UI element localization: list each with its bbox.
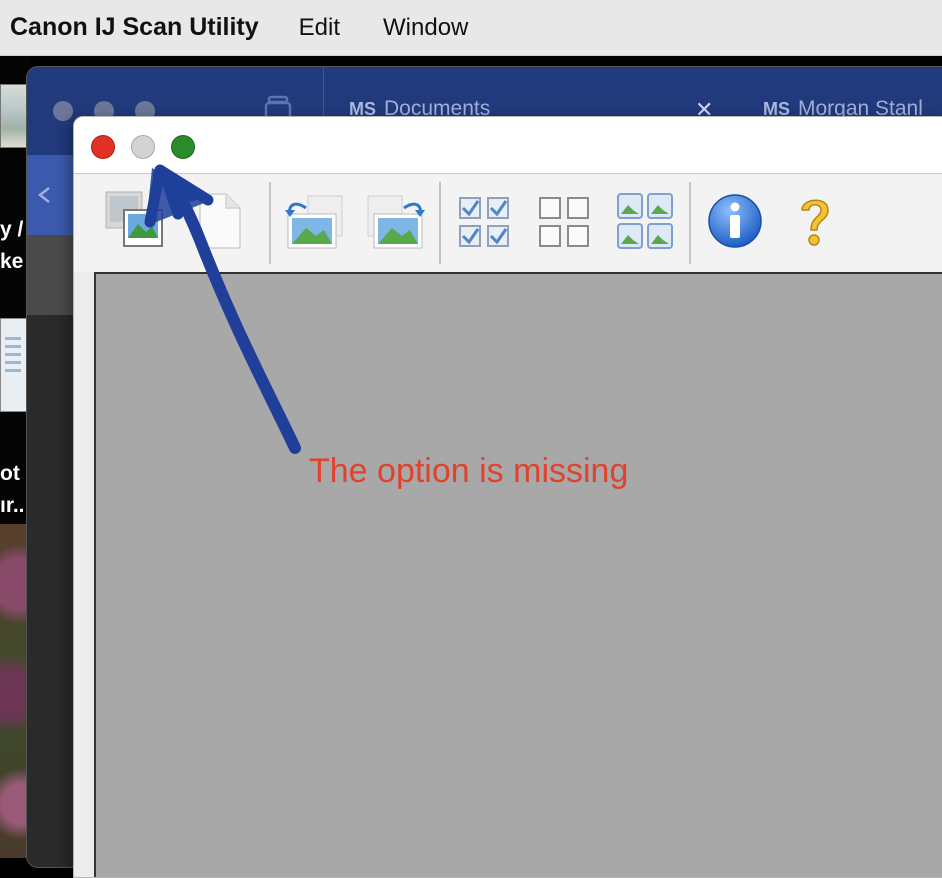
background-text: ke (0, 250, 24, 273)
background-text: ot (0, 462, 20, 485)
background-thumbnail (0, 84, 28, 148)
toolbar (74, 174, 942, 272)
thumbnail-view-icon[interactable] (614, 190, 676, 252)
background-thumbnail (0, 318, 28, 412)
toolbar-separator (439, 182, 441, 264)
blank-page-icon[interactable] (186, 190, 248, 252)
deselect-all-icon[interactable] (534, 190, 596, 252)
background-panel (27, 235, 75, 315)
menu-window[interactable]: Window (383, 14, 468, 42)
background-sidebar (27, 155, 75, 235)
inactive-close-button[interactable] (53, 101, 73, 121)
minimize-button[interactable] (131, 135, 155, 159)
close-button[interactable] (91, 135, 115, 159)
help-icon[interactable] (784, 190, 846, 252)
back-arrow-icon[interactable] (35, 185, 55, 205)
scan-utility-window (73, 116, 942, 878)
background-text: y / (0, 218, 24, 241)
preview-area[interactable] (94, 272, 942, 877)
menu-bar: Canon IJ Scan Utility Edit Window (0, 0, 942, 56)
info-icon[interactable] (704, 190, 766, 252)
zoom-button[interactable] (171, 135, 195, 159)
toolbar-separator (689, 182, 691, 264)
app-menu[interactable]: Canon IJ Scan Utility (10, 13, 259, 42)
select-all-icon[interactable] (454, 190, 516, 252)
rotate-right-icon[interactable] (364, 190, 426, 252)
window-titlebar (74, 117, 942, 174)
scan-image-icon[interactable] (104, 190, 166, 252)
menu-edit[interactable]: Edit (299, 14, 340, 42)
background-text: ır.. (0, 494, 25, 517)
rotate-left-icon[interactable] (284, 190, 346, 252)
annotation-text: The option is missing (309, 452, 629, 490)
toolbar-separator (269, 182, 271, 264)
